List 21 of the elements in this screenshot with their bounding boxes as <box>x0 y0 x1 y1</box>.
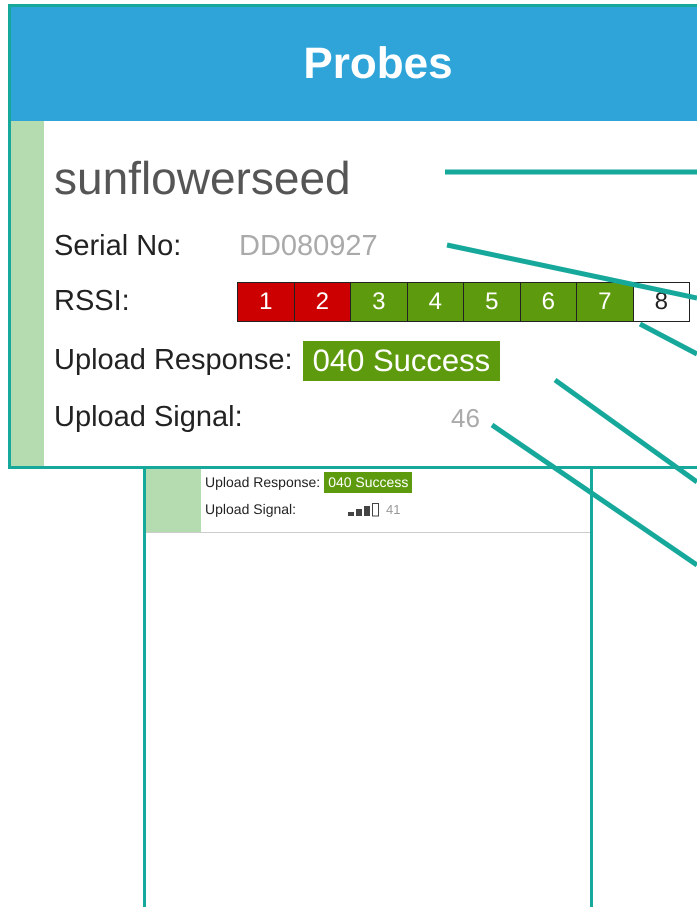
status-badge: 040 Success <box>324 472 412 493</box>
header-title: Probes <box>303 38 453 90</box>
field-label: Upload Response: <box>54 343 293 378</box>
signal-cell: 2 <box>294 282 351 322</box>
signal-value: 41 <box>386 500 400 519</box>
signal-value: 46 <box>451 402 480 434</box>
probe-name: sunflowerseed <box>54 150 351 206</box>
field-label: Upload Response: <box>205 473 320 492</box>
field-label: Upload Signal: <box>54 400 244 436</box>
signal-cell: 7 <box>576 282 634 322</box>
status-badge: 040 Success <box>302 341 500 381</box>
signal-cell: 6 <box>520 282 577 322</box>
serial-number: DD080927 <box>239 229 378 264</box>
field-label: Upload Signal: <box>205 500 298 519</box>
signal-cell: 5 <box>463 282 520 322</box>
signal-cell: 1 <box>237 282 294 322</box>
field-label: RSSI: <box>54 284 131 320</box>
field-label: Serial No: <box>54 229 182 264</box>
signal-cell: 3 <box>350 282 408 322</box>
signal-cell: 4 <box>406 282 464 322</box>
signal-bars-icon <box>348 502 382 516</box>
